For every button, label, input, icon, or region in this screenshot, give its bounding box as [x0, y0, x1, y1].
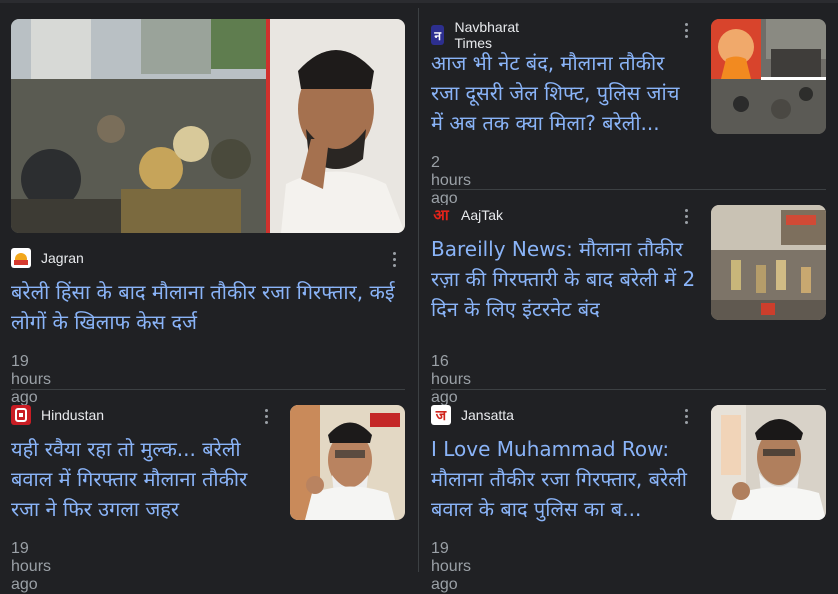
card-divider [431, 189, 826, 190]
article-time: 19 hours ago [11, 353, 52, 406]
article-time: 16 hours ago [431, 353, 472, 406]
article-image[interactable] [711, 19, 826, 134]
column-divider [418, 8, 419, 572]
article-image[interactable] [711, 405, 826, 520]
article-time: 19 hours ago [431, 540, 472, 593]
more-options-icon[interactable] [680, 406, 692, 426]
jagran-logo-icon [11, 248, 31, 268]
article-time: 2 hours ago [431, 154, 472, 207]
source-name: Hindustan [41, 407, 105, 423]
article-time: 19 hours ago [11, 540, 52, 593]
article-title[interactable]: I Love Muhammad Row: मौलाना तौकीर रजा गि… [431, 434, 701, 526]
card-divider [11, 389, 405, 390]
jansatta-logo-icon: ज [431, 405, 451, 425]
more-options-icon[interactable] [388, 249, 400, 269]
more-options-icon[interactable] [680, 206, 692, 226]
article-title[interactable]: यही रवैया रहा तो मुल्क... बरेली बवाल में… [11, 434, 276, 526]
source-name: Jagran [41, 250, 84, 266]
navbharat-times-logo-icon: न [431, 25, 445, 45]
article-title[interactable]: Bareilly News: मौलाना तौकीर रज़ा की गिरफ… [431, 234, 701, 326]
article-image[interactable] [711, 205, 826, 320]
source-name: Jansatta [461, 407, 514, 423]
article-title[interactable]: आज भी नेट बंद, मौलाना तौकीर रजा दूसरी जे… [431, 48, 697, 140]
article-image[interactable] [11, 19, 405, 233]
top-border [0, 0, 838, 3]
more-options-icon[interactable] [260, 406, 272, 426]
source-name: Navbharat Times [454, 19, 520, 51]
card-divider [431, 389, 826, 390]
more-options-icon[interactable] [680, 20, 692, 40]
hindustan-logo-icon [11, 405, 31, 425]
source-name: AajTak [461, 207, 504, 223]
article-image[interactable] [290, 405, 405, 520]
article-title[interactable]: बरेली हिंसा के बाद मौलाना तौकीर रजा गिरफ… [11, 277, 401, 339]
aajtak-logo-icon: आ [431, 205, 451, 225]
